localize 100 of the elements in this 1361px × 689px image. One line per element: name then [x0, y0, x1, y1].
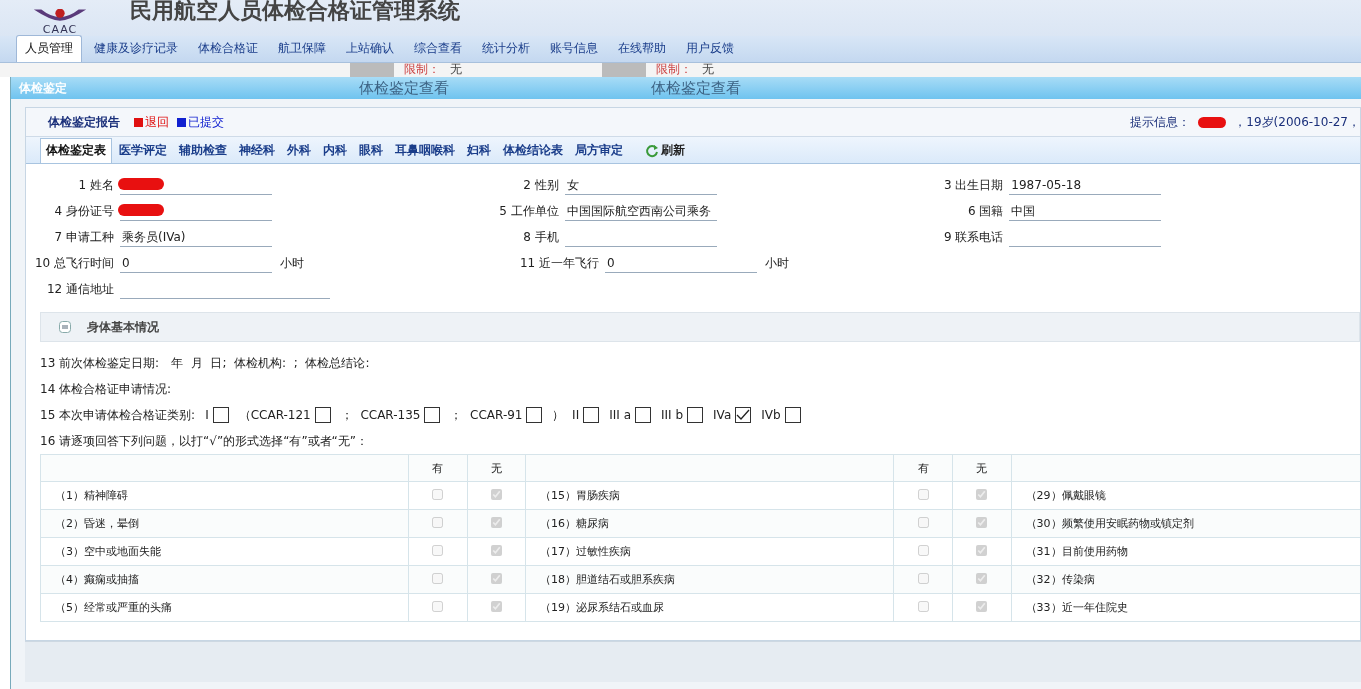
- table-cell: （1）精神障碍: [40, 481, 409, 510]
- field-label: 7 申请工种: [53, 228, 114, 246]
- table-cell: （30）频繁使用安眠药物或镇定剂: [1011, 509, 1360, 538]
- tab[interactable]: 神经科: [234, 139, 280, 163]
- category-label: III a: [609, 408, 631, 422]
- category-label: III b: [661, 408, 684, 422]
- table-cell: （18）胆道结石或胆系疾病: [525, 565, 894, 594]
- table-cell: （19）泌尿系结石或血尿: [525, 593, 894, 622]
- view-link[interactable]: 体检鉴定查看: [651, 78, 943, 98]
- table-cell: （2）昏迷，晕倒: [40, 509, 409, 538]
- limit-value: 无: [450, 63, 462, 75]
- legend-label: 退回: [145, 113, 169, 131]
- collapse-icon[interactable]: [59, 321, 71, 333]
- checkbox[interactable]: [583, 407, 600, 423]
- photo-placeholder: [602, 63, 646, 77]
- input-field[interactable]: 1987-05-18: [1009, 175, 1162, 195]
- input-field[interactable]: 中国国际航空西南公司乘务: [564, 201, 717, 221]
- limit-value: 无: [702, 63, 714, 75]
- field-label: 1 姓名: [77, 176, 114, 194]
- table-cell: （5）经常或严重的头痛: [40, 593, 409, 622]
- view-link[interactable]: 体检鉴定查看: [359, 78, 651, 98]
- input-field[interactable]: 0: [120, 253, 272, 273]
- input-field[interactable]: 中国: [1009, 201, 1162, 221]
- checkbox[interactable]: [424, 407, 441, 423]
- tab[interactable]: 辅助检查: [174, 139, 232, 163]
- tab[interactable]: 耳鼻咽喉科: [390, 139, 460, 163]
- category-label: ； CCAR-135: [340, 406, 421, 424]
- tab[interactable]: 内科: [318, 139, 352, 163]
- checkbox[interactable]: [687, 407, 704, 423]
- tab[interactable]: 体检结论表: [498, 139, 568, 163]
- logo-text: CAAC: [42, 23, 78, 36]
- field-label: 9 联系电话: [942, 228, 1004, 246]
- checkbox[interactable]: [735, 407, 752, 423]
- field-label: 8 手机: [522, 228, 559, 246]
- input-field[interactable]: 0: [605, 253, 757, 273]
- category-label: ） II: [552, 406, 580, 424]
- column-header: 无: [467, 454, 526, 482]
- photo-placeholder: [350, 63, 394, 77]
- input-field[interactable]: 女: [564, 175, 717, 195]
- input-field[interactable]: 乘务员(IVa): [120, 227, 272, 247]
- nav-tab[interactable]: 人员管理: [16, 35, 82, 62]
- limit-label: 限制：: [656, 63, 692, 75]
- nav-tab[interactable]: 统计分析: [474, 36, 538, 62]
- dialog-title: 体检鉴定: [19, 79, 68, 97]
- nav-tab[interactable]: 用户反馈: [678, 36, 742, 62]
- refresh-icon: [645, 143, 659, 158]
- category-label: I: [205, 408, 209, 422]
- table-cell: （3）空中或地面失能: [40, 537, 409, 566]
- tab[interactable]: 医学评定: [114, 139, 172, 163]
- category-label: （CCAR-121: [238, 406, 311, 424]
- table-cell: （4）癫痫或抽搐: [40, 565, 409, 594]
- question-text: 16 请逐项回答下列问题，以打“√”的形式选择“有”或者“无”：: [39, 432, 370, 450]
- nav-tab[interactable]: 账号信息: [542, 36, 606, 62]
- tab[interactable]: 体检鉴定表: [40, 138, 112, 163]
- nav-tab[interactable]: 上站确认: [338, 36, 402, 62]
- field-label: 11 近一年飞行: [518, 254, 599, 272]
- nav-tab[interactable]: 在线帮助: [610, 36, 674, 62]
- checkbox[interactable]: [212, 407, 229, 423]
- input-field[interactable]: [120, 175, 272, 195]
- legend-label: 已提交: [188, 113, 224, 131]
- unit-label: 小时: [280, 254, 304, 272]
- hint-label: 提示信息：: [1130, 113, 1191, 131]
- nav-tab[interactable]: 航卫保障: [270, 36, 334, 62]
- field-label: 6 国籍: [966, 202, 1004, 220]
- field-label: 12 通信地址: [45, 280, 114, 298]
- tab[interactable]: 外科: [282, 139, 316, 163]
- table-cell: （32）传染病: [1011, 565, 1360, 594]
- input-field[interactable]: [120, 201, 272, 221]
- checkbox[interactable]: [784, 407, 801, 423]
- limit-label: 限制：: [404, 63, 440, 75]
- field-label: 3 出生日期: [942, 176, 1004, 194]
- checkbox[interactable]: [526, 407, 543, 423]
- nav-tab[interactable]: 综合查看: [406, 36, 470, 62]
- column-header: 有: [893, 454, 953, 482]
- checkbox[interactable]: [635, 407, 651, 423]
- question-text: 14 体检合格证申请情况:: [39, 380, 173, 398]
- field-label: 5 工作单位: [498, 202, 559, 220]
- column-header: 有: [408, 454, 468, 482]
- tab[interactable]: 眼科: [354, 139, 388, 163]
- checkbox[interactable]: [314, 407, 331, 423]
- column-header: 无: [952, 454, 1012, 482]
- field-label: 4 身份证号: [53, 202, 114, 220]
- unit-label: 小时: [765, 254, 789, 272]
- category-label: IVb: [761, 408, 781, 422]
- section-title: 身体基本情况: [87, 318, 159, 336]
- category-label: IVa: [713, 408, 732, 422]
- tab[interactable]: 妇科: [462, 139, 496, 163]
- table-cell: （17）过敏性疾病: [525, 537, 894, 566]
- category-label: ； CCAR-91: [450, 406, 523, 424]
- table-cell: （15）胃肠疾病: [525, 481, 894, 510]
- wings-emblem-icon: [32, 9, 88, 23]
- nav-tab[interactable]: 健康及诊疗记录: [86, 36, 186, 62]
- refresh-button[interactable]: 刷新: [640, 139, 690, 163]
- redaction-mark: [118, 177, 164, 190]
- question-text: 15 本次申请体检合格证类别:: [40, 406, 196, 424]
- nav-tab[interactable]: 体检合格证: [190, 36, 266, 62]
- hint-text: ，19岁(2006-10-27，: [1234, 113, 1360, 131]
- field-label: 10 总飞行时间: [33, 254, 114, 272]
- question-text: 13 前次体检鉴定日期: 年 月 日; 体检机构: ; 体检总结论:: [39, 354, 371, 372]
- tab[interactable]: 局方审定: [570, 139, 628, 163]
